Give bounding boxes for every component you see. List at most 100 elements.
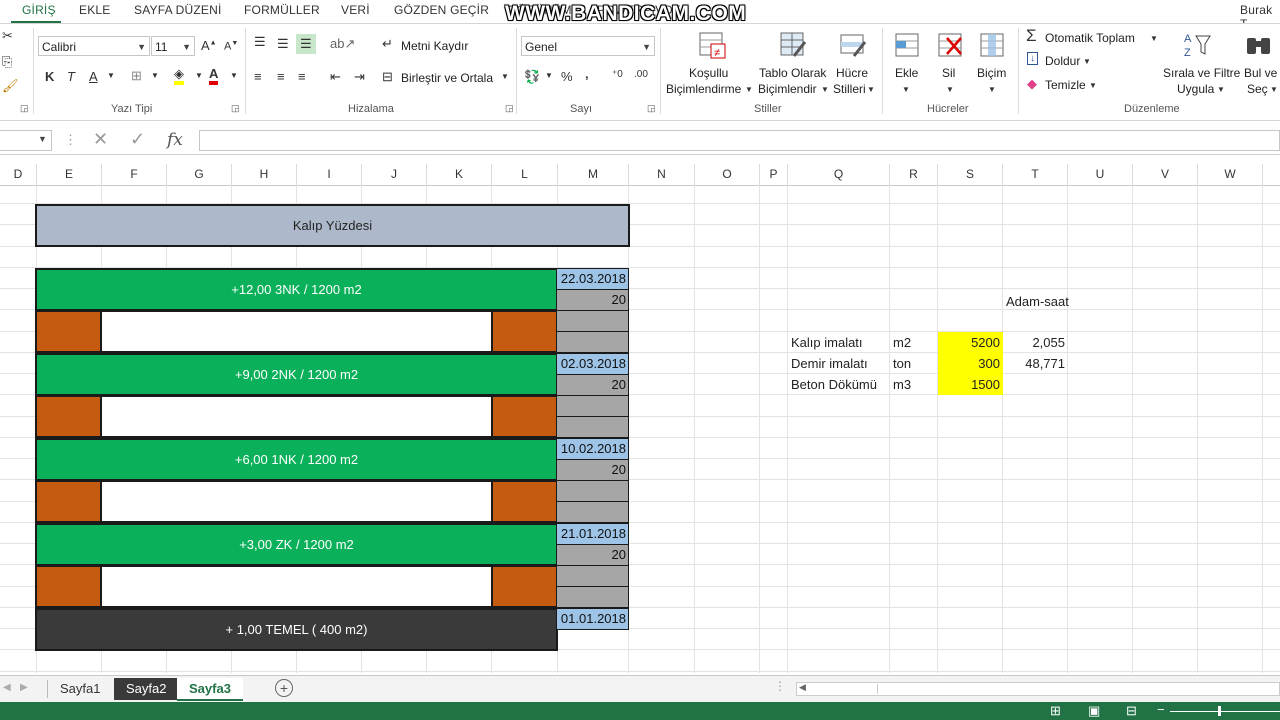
column-header-j[interactable]: J — [362, 164, 427, 185]
schedule-gray-cell[interactable] — [556, 416, 629, 438]
table-cell-qty[interactable]: 300 — [938, 353, 1003, 374]
start-date-cell[interactable]: 21.01.2018 — [556, 523, 629, 545]
chevron-down-icon[interactable]: ▼ — [821, 85, 829, 94]
normal-view-icon[interactable]: ⊞ — [1050, 703, 1061, 719]
table-cell-qty[interactable]: 1500 — [938, 374, 1003, 395]
duration-cell[interactable]: 20 — [556, 544, 629, 566]
worksheet-grid[interactable]: Kalıp Yüzdesi +12,00 3NK / 1200 m2 +9,00… — [0, 185, 1280, 673]
column-header-o[interactable]: O — [695, 164, 760, 185]
insert-cells-icon[interactable] — [892, 30, 922, 60]
column-header-e[interactable]: E — [37, 164, 102, 185]
number-launcher-icon[interactable]: ◲ — [647, 103, 656, 114]
chevron-down-icon[interactable]: ▼ — [946, 85, 954, 94]
column-header-h[interactable]: H — [232, 164, 297, 185]
table-cell-unit[interactable]: ton — [890, 353, 938, 374]
chevron-down-icon[interactable]: ▼ — [745, 85, 753, 94]
decrease-indent-icon[interactable]: ⇤ — [330, 69, 341, 85]
floor-bar-3nk[interactable]: +12,00 3NK / 1200 m2 — [35, 268, 558, 311]
chevron-down-icon[interactable]: ▼ — [988, 85, 996, 94]
font-launcher-icon[interactable]: ◲ — [231, 103, 240, 114]
tab-formulas[interactable]: FORMÜLLER — [244, 3, 320, 17]
column-header-i[interactable]: I — [297, 164, 362, 185]
align-bottom-icon[interactable]: ☰ — [296, 34, 316, 54]
wrap-text-button[interactable]: Metni Kaydır — [401, 39, 468, 53]
floor-bar-1nk[interactable]: +6,00 1NK / 1200 m2 — [35, 438, 558, 481]
table-format-button[interactable]: Biçimlendir — [758, 82, 817, 96]
table-cell-unit[interactable]: m2 — [890, 332, 938, 353]
column-header-n[interactable]: N — [629, 164, 695, 185]
column-block-right[interactable] — [491, 480, 558, 523]
tab-review[interactable]: GÖZDEN GEÇİR — [394, 3, 489, 17]
column-block-right[interactable] — [491, 565, 558, 608]
underline-button[interactable]: A — [89, 69, 98, 84]
column-block-left[interactable] — [35, 310, 102, 353]
insert-function-button[interactable]: fx — [167, 130, 183, 150]
column-block-right[interactable] — [491, 395, 558, 438]
increase-decimal-icon[interactable]: ⁺0 — [612, 69, 623, 80]
increase-indent-icon[interactable]: ⇥ — [354, 69, 365, 85]
schedule-gray-cell[interactable] — [556, 480, 629, 502]
schedule-gray-cell[interactable] — [556, 565, 629, 587]
grow-font-icon[interactable]: A▲ — [201, 38, 217, 53]
delete-button[interactable]: Sil — [942, 66, 955, 80]
column-header-t[interactable]: T — [1003, 164, 1068, 185]
chevron-down-icon[interactable]: ▼ — [1089, 81, 1097, 90]
column-block-right[interactable] — [491, 310, 558, 353]
horizontal-scrollbar[interactable]: ◀ — [796, 682, 1280, 696]
conditional-format-button[interactable]: Biçimlendirme — [666, 82, 741, 96]
currency-icon[interactable]: 💱 — [524, 69, 540, 85]
autosum-button[interactable]: Otomatik Toplam — [1045, 31, 1135, 45]
column-header-l[interactable]: L — [492, 164, 558, 185]
schedule-gray-cell[interactable] — [556, 586, 629, 608]
clipboard-launcher-icon[interactable]: ◲ — [20, 103, 29, 114]
add-sheet-icon[interactable]: + — [275, 679, 293, 697]
merge-center-button[interactable]: Birleştir ve Ortala — [401, 71, 493, 85]
start-date-cell[interactable]: 10.02.2018 — [556, 438, 629, 460]
chevron-down-icon[interactable]: ▼ — [151, 71, 159, 80]
column-block-left[interactable] — [35, 480, 102, 523]
find-select-button[interactable]: Seç — [1247, 82, 1268, 96]
floor-bar-2nk[interactable]: +9,00 2NK / 1200 m2 — [35, 353, 558, 396]
page-layout-view-icon[interactable]: ▣ — [1088, 703, 1100, 719]
column-header-s[interactable]: S — [938, 164, 1003, 185]
sort-filter-label-1[interactable]: Sırala ve Filtre — [1163, 66, 1240, 80]
number-format-combo[interactable]: Genel ▼ — [521, 36, 655, 56]
chevron-down-icon[interactable]: ▼ — [230, 71, 238, 80]
scroll-left-icon[interactable]: ◀ — [799, 682, 806, 693]
wrap-text-icon[interactable]: ↵ — [382, 36, 393, 52]
chevron-down-icon[interactable]: ▼ — [1150, 34, 1158, 43]
align-right-icon[interactable]: ≡ — [298, 69, 306, 84]
autosum-icon[interactable]: Σ — [1026, 26, 1037, 46]
zoom-slider[interactable] — [1170, 711, 1280, 712]
scroll-left-icon[interactable]: ◀ — [3, 682, 11, 693]
column-header-k[interactable]: K — [427, 164, 492, 185]
cell-styles-button[interactable]: Stilleri — [833, 82, 866, 96]
tab-insert[interactable]: EKLE — [79, 3, 111, 17]
duration-cell[interactable]: 20 — [556, 289, 629, 311]
comma-button[interactable]: ‚ — [585, 66, 589, 81]
find-select-label-1[interactable]: Bul ve — [1244, 66, 1277, 80]
font-name-combo[interactable]: Calibri ▼ — [38, 36, 150, 56]
cancel-icon[interactable]: ✕ — [93, 129, 108, 150]
tab-data[interactable]: VERİ — [341, 3, 370, 17]
floor-bar-zk[interactable]: +3,00 ZK / 1200 m2 — [35, 523, 558, 566]
fill-down-icon[interactable]: ↓ — [1027, 52, 1038, 65]
zoom-out-icon[interactable]: − — [1157, 702, 1165, 717]
font-size-combo[interactable]: 11 ▼ — [151, 36, 195, 56]
fill-button[interactable]: Doldur — [1045, 54, 1080, 68]
chevron-down-icon[interactable]: ▼ — [501, 72, 509, 81]
foundation-date-cell[interactable]: 01.01.2018 — [556, 608, 629, 630]
copy-icon[interactable]: ⎘ — [2, 54, 12, 70]
conditional-format-label-1[interactable]: Koşullu — [689, 66, 728, 80]
page-break-view-icon[interactable]: ⊟ — [1126, 703, 1137, 719]
align-center-icon[interactable]: ≡ — [277, 69, 285, 84]
table-format-label-1[interactable]: Tablo Olarak — [759, 66, 826, 80]
delete-cells-icon[interactable] — [935, 30, 965, 60]
column-header-g[interactable]: G — [167, 164, 232, 185]
cell-styles-label-1[interactable]: Hücre — [836, 66, 868, 80]
slab-void[interactable] — [100, 395, 493, 438]
bold-button[interactable]: K — [45, 69, 54, 84]
table-cell-manhour[interactable] — [1003, 374, 1068, 395]
chevron-down-icon[interactable]: ▼ — [107, 71, 115, 80]
percent-button[interactable]: % — [561, 69, 573, 84]
